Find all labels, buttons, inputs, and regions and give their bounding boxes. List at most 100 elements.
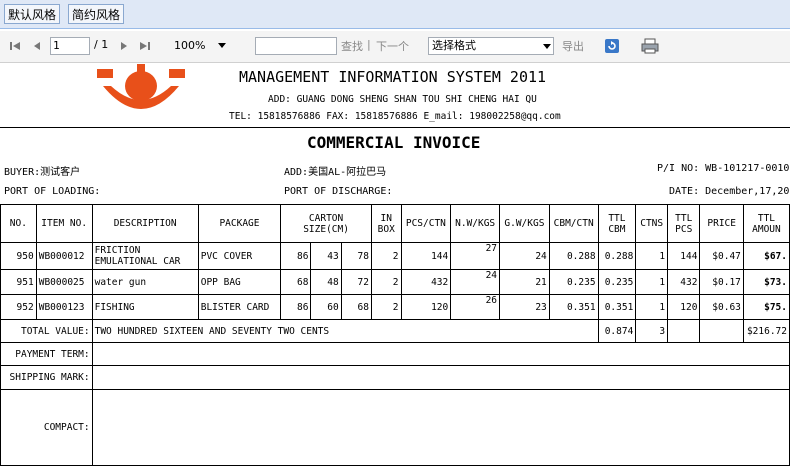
port-of-discharge: PORT OF DISCHARGE: [284, 186, 393, 197]
cell-gw: 23 [499, 294, 550, 320]
find-next-button[interactable]: 下一个 [376, 38, 409, 54]
cell-no: 952 [0, 294, 37, 320]
col-inbox-line1: IN [380, 212, 392, 224]
col-amount-line2: AMOUN [752, 223, 781, 235]
col-nw: N.W/KGS [450, 204, 501, 243]
cell-ttl-pcs: 144 [667, 242, 701, 270]
col-ctns: CTNS [635, 204, 669, 243]
col-ttl-cbm: TTL CBM [597, 204, 637, 243]
col-no: NO. [0, 204, 37, 243]
cell-item: WB000012 [35, 242, 93, 270]
prev-page-icon[interactable] [32, 40, 42, 52]
style-bar: 默认风格 简约风格 [0, 0, 790, 29]
cell-height: 72 [340, 269, 372, 295]
col-ttl-cbm-line2: CBM [608, 223, 626, 235]
cell-length: 86 [280, 242, 312, 270]
company-address: ADD: GUANG DONG SHENG SHAN TOU SHI CHENG… [268, 94, 537, 105]
col-inbox-line2: BOX [377, 223, 395, 235]
col-pcs-ctn: PCS/CTN [400, 204, 452, 243]
cell-ctns: 1 [635, 294, 669, 320]
refresh-icon[interactable] [604, 38, 620, 54]
cell-ctns: 1 [635, 242, 669, 270]
cell-gw: 21 [499, 269, 550, 295]
cell-height: 78 [340, 242, 372, 270]
total-ttl-pcs [667, 319, 701, 343]
last-page-icon[interactable] [139, 40, 151, 52]
total-price [699, 319, 744, 343]
chevron-down-icon [543, 44, 551, 49]
shipping-mark-row: SHIPPING MARK: [0, 365, 790, 390]
table-row: 952 WB000123 FISHING BLISTER CARD 86 60 … [0, 294, 790, 320]
company-logo [97, 64, 185, 109]
next-page-icon[interactable] [119, 40, 129, 52]
page-number-input[interactable]: 1 [50, 37, 90, 55]
cell-amount: $73. [742, 269, 790, 295]
cell-width: 48 [310, 269, 342, 295]
simple-style-button[interactable]: 简约风格 [68, 4, 125, 24]
cell-ttl-cbm: 0.288 [597, 242, 637, 270]
cell-ttl-cbm: 0.235 [597, 269, 637, 295]
cell-pcs-ctn: 120 [400, 294, 452, 320]
chevron-down-icon [218, 43, 226, 48]
cell-package: OPP BAG [197, 269, 282, 295]
cell-ttl-pcs: 120 [667, 294, 701, 320]
cell-nw: 27 [450, 242, 501, 270]
cell-height: 68 [340, 294, 372, 320]
col-ttl-pcs: TTL PCS [667, 204, 701, 243]
zoom-value: 100% [174, 39, 206, 52]
find-input[interactable] [255, 37, 337, 55]
col-carton-line1: CARTON [308, 212, 344, 224]
cell-description: water gun [91, 269, 199, 295]
cell-in-box: 2 [370, 269, 402, 295]
cell-cbm-ctn: 0.235 [548, 269, 599, 295]
print-icon[interactable] [641, 38, 659, 54]
col-amount: TTL AMOUN [742, 204, 790, 243]
company-contact: TEL: 15818576886 FAX: 15818576886 E_mail… [229, 111, 561, 122]
col-ttl-pcs-line1: TTL [675, 212, 693, 224]
payment-term-value [91, 342, 790, 366]
cell-ttl-cbm: 0.351 [597, 294, 637, 320]
compact-value [91, 389, 790, 466]
shipping-mark-value [91, 365, 790, 390]
col-in-box: IN BOX [370, 204, 402, 243]
cell-pcs-ctn: 432 [400, 269, 452, 295]
cell-nw: 26 [450, 294, 501, 320]
format-select[interactable]: 选择格式 [428, 37, 554, 55]
cell-length: 86 [280, 294, 312, 320]
invoice-table: NO. ITEM NO. DESCRIPTION PACKAGE CARTON S… [0, 204, 790, 466]
total-in-words: TWO HUNDRED SIXTEEN AND SEVENTY TWO CENT… [91, 319, 599, 343]
zoom-select[interactable]: 100% [174, 37, 232, 55]
col-cbm-ctn: CBM/CTN [548, 204, 599, 243]
find-button[interactable]: 查找 [341, 38, 363, 54]
report-toolbar: 1 / 1 100% 查找 | 下一个 选择格式 导出 [0, 31, 790, 63]
cell-desc-line2: EMULATIONAL CAR [94, 256, 181, 267]
cell-gw: 24 [499, 242, 550, 270]
cell-amount: $67. [742, 242, 790, 270]
total-ttl-cbm: 0.874 [597, 319, 637, 343]
export-button[interactable]: 导出 [562, 38, 584, 54]
cell-width: 60 [310, 294, 342, 320]
cell-nw: 24 [450, 269, 501, 295]
cell-price: $0.17 [699, 269, 744, 295]
cell-cbm-ctn: 0.288 [548, 242, 599, 270]
cell-no: 950 [0, 242, 37, 270]
col-amount-line1: TTL [757, 212, 776, 224]
cell-pcs-ctn: 144 [400, 242, 452, 270]
default-style-button[interactable]: 默认风格 [4, 4, 61, 24]
first-page-icon[interactable] [9, 40, 21, 52]
col-item: ITEM NO. [35, 204, 93, 243]
invoice-title: COMMERCIAL INVOICE [307, 133, 481, 152]
col-carton-line2: SIZE(CM) [303, 223, 349, 235]
col-description: DESCRIPTION [91, 204, 199, 243]
invoice-document: MANAGEMENT INFORMATION SYSTEM 2011 ADD: … [0, 63, 790, 471]
cell-width: 43 [310, 242, 342, 270]
cell-no: 951 [0, 269, 37, 295]
col-ttl-pcs-line2: PCS [675, 223, 693, 235]
cell-price: $0.47 [699, 242, 744, 270]
cell-cbm-ctn: 0.351 [548, 294, 599, 320]
cell-ctns: 1 [635, 269, 669, 295]
cell-description: FISHING [91, 294, 199, 320]
cell-description: FRICTION EMULATIONAL CAR [91, 242, 199, 270]
cell-in-box: 2 [370, 294, 402, 320]
total-row: TOTAL VALUE: TWO HUNDRED SIXTEEN AND SEV… [0, 319, 790, 343]
